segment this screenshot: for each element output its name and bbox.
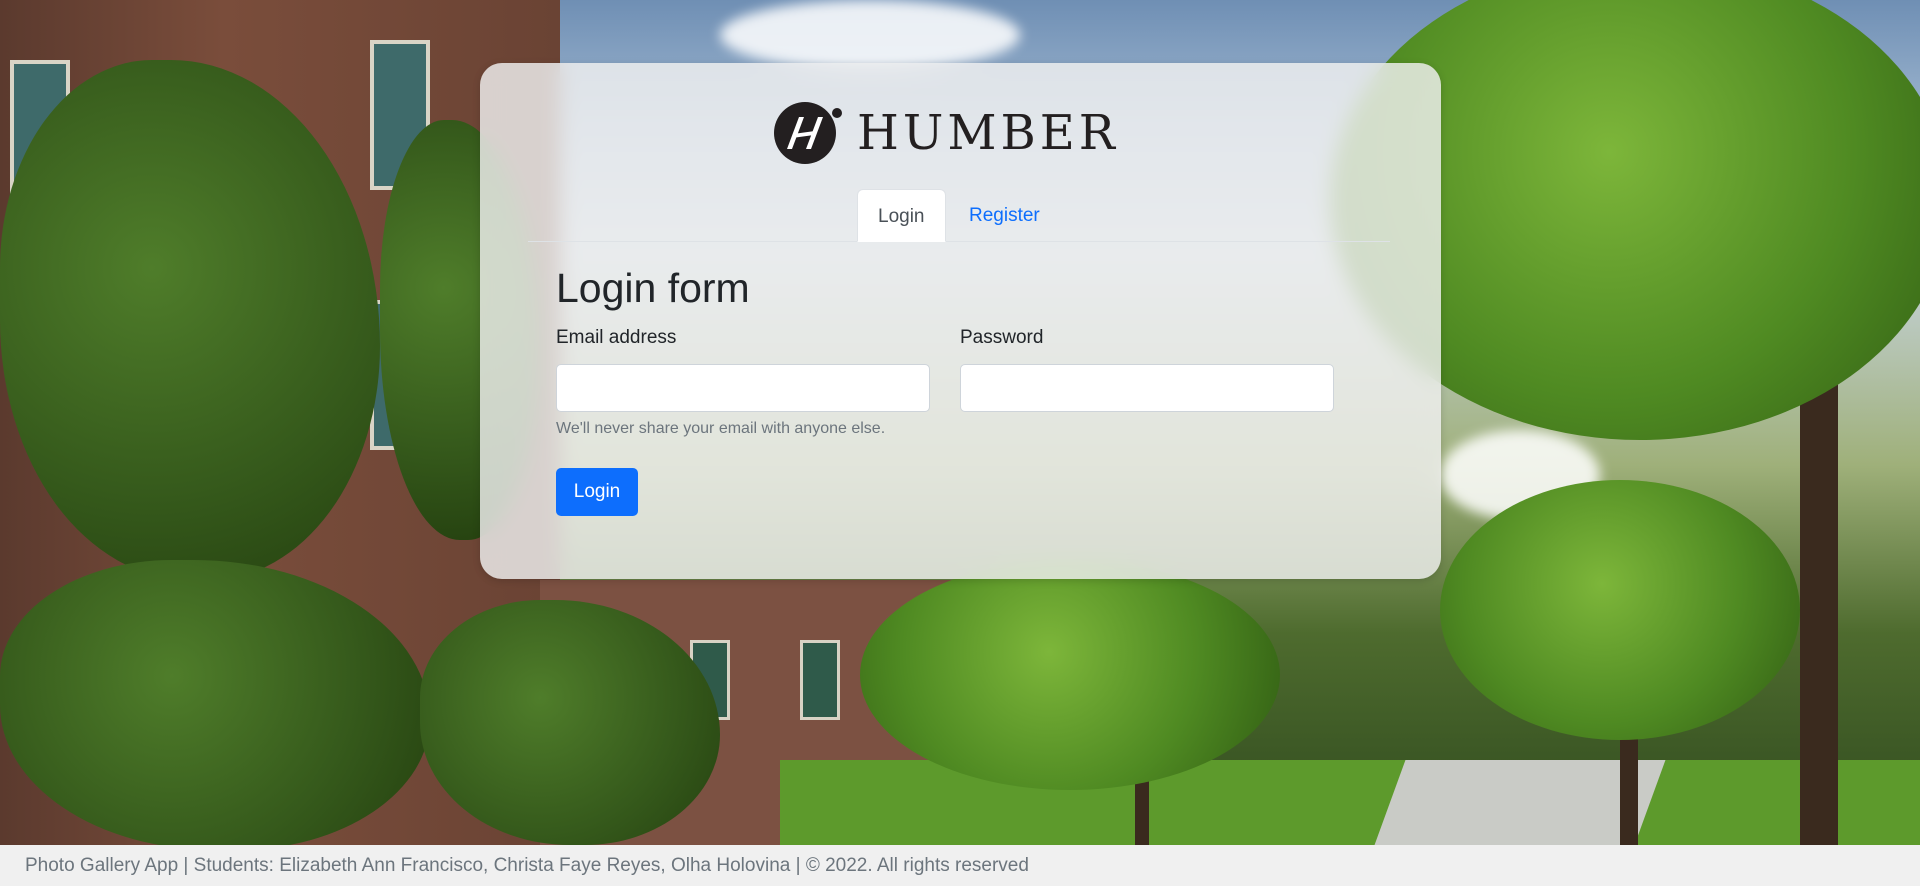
email-label: Email address xyxy=(556,327,677,348)
password-field[interactable] xyxy=(960,364,1334,412)
tab-register[interactable]: Register xyxy=(949,189,1060,242)
auth-tabs: Login Register xyxy=(528,189,1390,242)
login-submit-button[interactable]: Login xyxy=(556,468,638,516)
footer-text: Photo Gallery App | Students: Elizabeth … xyxy=(25,855,1029,876)
email-field[interactable] xyxy=(556,364,930,412)
logo-wordmark: HUMBER xyxy=(857,105,1119,161)
form-title: Login form xyxy=(556,265,750,311)
humber-h-logo-icon xyxy=(774,102,842,164)
footer: Photo Gallery App | Students: Elizabeth … xyxy=(0,845,1920,886)
humber-logo: HUMBER xyxy=(773,100,1119,166)
password-label: Password xyxy=(960,327,1044,348)
email-help-text: We'll never share your email with anyone… xyxy=(556,420,886,437)
tab-login[interactable]: Login xyxy=(857,189,946,242)
